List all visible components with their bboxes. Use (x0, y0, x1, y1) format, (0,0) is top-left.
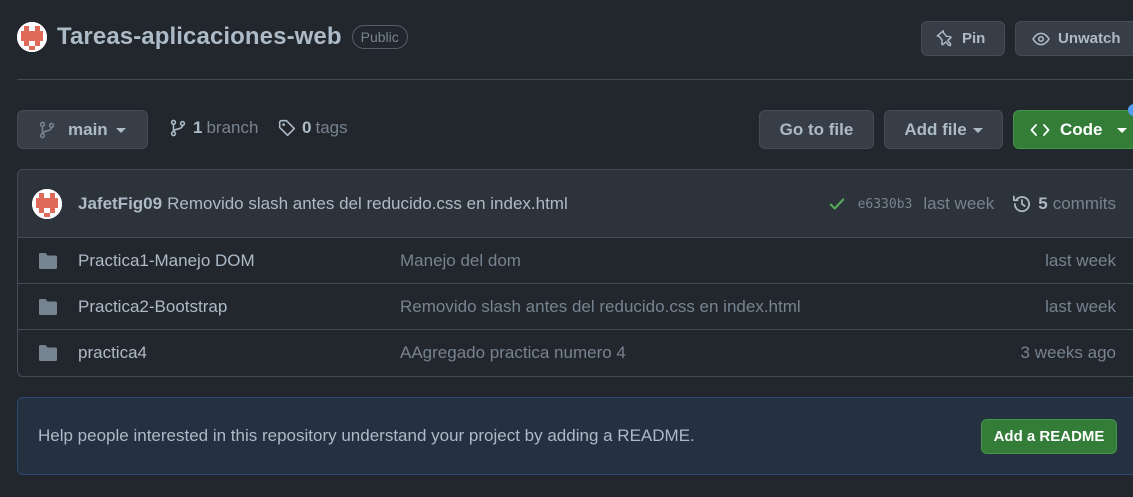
folder-icon (39, 253, 57, 269)
unwatch-label: Unwatch (1058, 30, 1121, 47)
file-commit-time: last week (1045, 250, 1116, 270)
file-commit-message-link[interactable]: AAgregado practica numero 4 (400, 343, 626, 363)
commit-count: 5 (1038, 194, 1048, 213)
file-name-link[interactable]: practica4 (78, 343, 147, 363)
file-row: practica4 AAgregado practica numero 4 3 … (18, 330, 1133, 376)
history-icon (1013, 195, 1031, 213)
folder-icon (39, 345, 57, 361)
header-divider (17, 79, 1133, 80)
eye-icon (1032, 32, 1050, 45)
branch-count: 1 (193, 118, 203, 137)
file-commit-message-link[interactable]: Manejo del dom (400, 251, 521, 271)
file-name-link[interactable]: Practica2-Bootstrap (78, 297, 227, 317)
repo-header: Tareas-aplicaciones-web Public (17, 22, 408, 52)
identicon-avatar (32, 188, 62, 219)
code-icon (1030, 123, 1050, 136)
git-branch-icon (170, 119, 186, 137)
file-row: Practica1-Manejo DOM Manejo del dom last… (18, 238, 1133, 284)
tag-word: tags (315, 118, 348, 137)
chevron-down-icon (115, 128, 126, 133)
notification-dot (1128, 104, 1133, 116)
pin-label: Pin (962, 30, 986, 47)
readme-prompt-text: Help people interested in this repositor… (38, 426, 695, 445)
commit-author-link[interactable]: JafetFig09 (78, 194, 162, 214)
file-row: Practica2-Bootstrap Removido slash antes… (18, 284, 1133, 330)
commit-time: last week (923, 194, 995, 213)
commits-history-link[interactable]: 5 commits (1012, 194, 1116, 214)
latest-commit-bar: JafetFig09 Removido slash antes del redu… (18, 170, 1133, 238)
add-file-label: Add file (904, 119, 967, 139)
pin-button[interactable]: Pin (921, 21, 1005, 56)
go-to-file-button[interactable]: Go to file (759, 110, 874, 149)
git-branch-icon (39, 121, 55, 138)
code-label: Code (1060, 119, 1103, 139)
branch-name: main (68, 119, 108, 139)
tag-icon (278, 119, 296, 137)
branches-link[interactable]: 1 branch (169, 118, 258, 138)
code-button[interactable]: Code (1013, 110, 1133, 149)
branch-word: branch (206, 118, 259, 137)
pin-icon (936, 29, 952, 46)
add-file-button[interactable]: Add file (884, 110, 1003, 149)
commit-message-link[interactable]: Removido slash antes del reducido.css en… (167, 194, 568, 214)
file-commit-message-link[interactable]: Removido slash antes del reducido.css en… (400, 297, 801, 317)
commit-sha-link[interactable]: e6330b3 (858, 197, 913, 212)
commit-author-avatar[interactable] (32, 188, 62, 219)
chevron-down-icon (1116, 128, 1127, 133)
identicon-avatar (17, 22, 47, 52)
chevron-down-icon (972, 128, 983, 133)
file-commit-time: last week (1045, 296, 1116, 316)
file-commit-time: 3 weeks ago (1020, 343, 1116, 362)
add-readme-button[interactable]: Add a README (981, 419, 1117, 454)
commit-meta: e6330b3 last week 5 commits (828, 170, 1116, 238)
readme-prompt: Help people interested in this repositor… (17, 397, 1133, 475)
tag-count: 0 (302, 118, 312, 137)
visibility-badge: Public (351, 25, 408, 49)
branch-select-button[interactable]: main (17, 110, 148, 149)
owner-avatar[interactable] (17, 22, 47, 52)
check-icon[interactable] (828, 195, 846, 213)
file-list-box: JafetFig09 Removido slash antes del redu… (17, 169, 1133, 377)
repo-name-link[interactable]: Tareas-aplicaciones-web (57, 23, 342, 51)
folder-icon (39, 299, 57, 315)
unwatch-button[interactable]: Unwatch (1015, 21, 1133, 56)
tags-link[interactable]: 0 tags (278, 118, 348, 138)
file-name-link[interactable]: Practica1-Manejo DOM (78, 251, 255, 271)
commit-word: commits (1052, 194, 1116, 213)
